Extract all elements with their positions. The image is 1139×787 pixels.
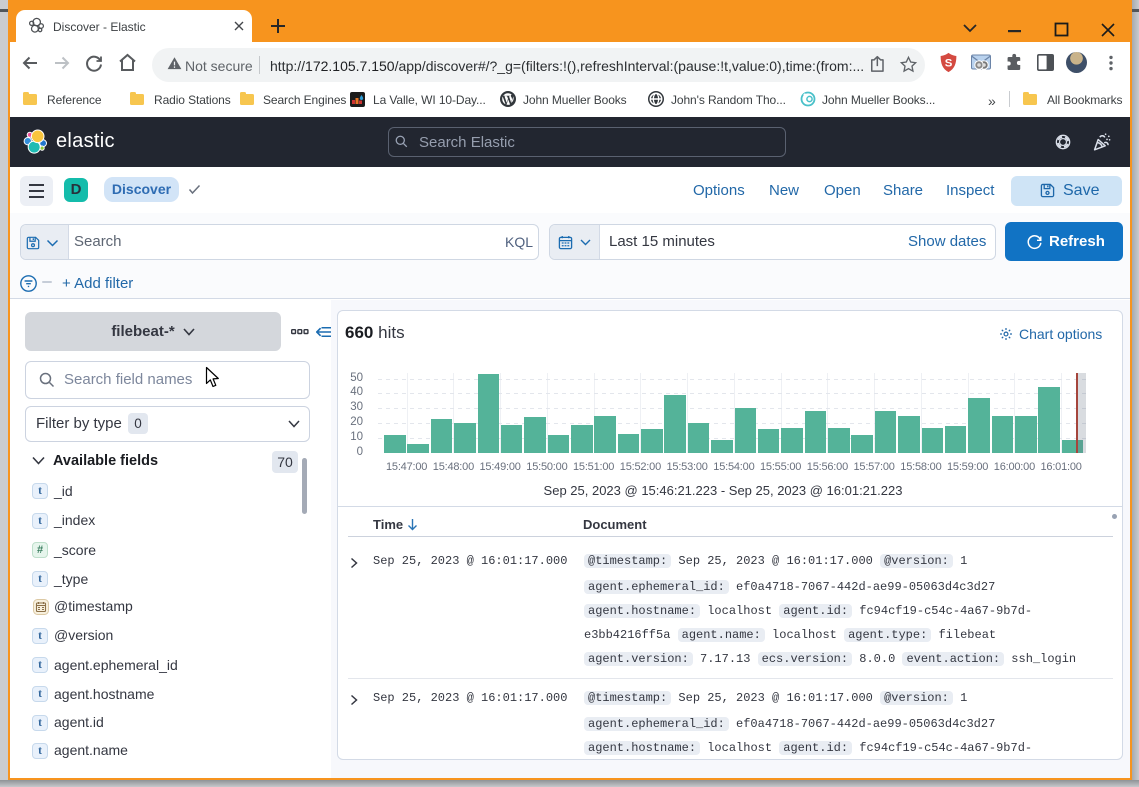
svg-text:S: S	[945, 57, 953, 69]
